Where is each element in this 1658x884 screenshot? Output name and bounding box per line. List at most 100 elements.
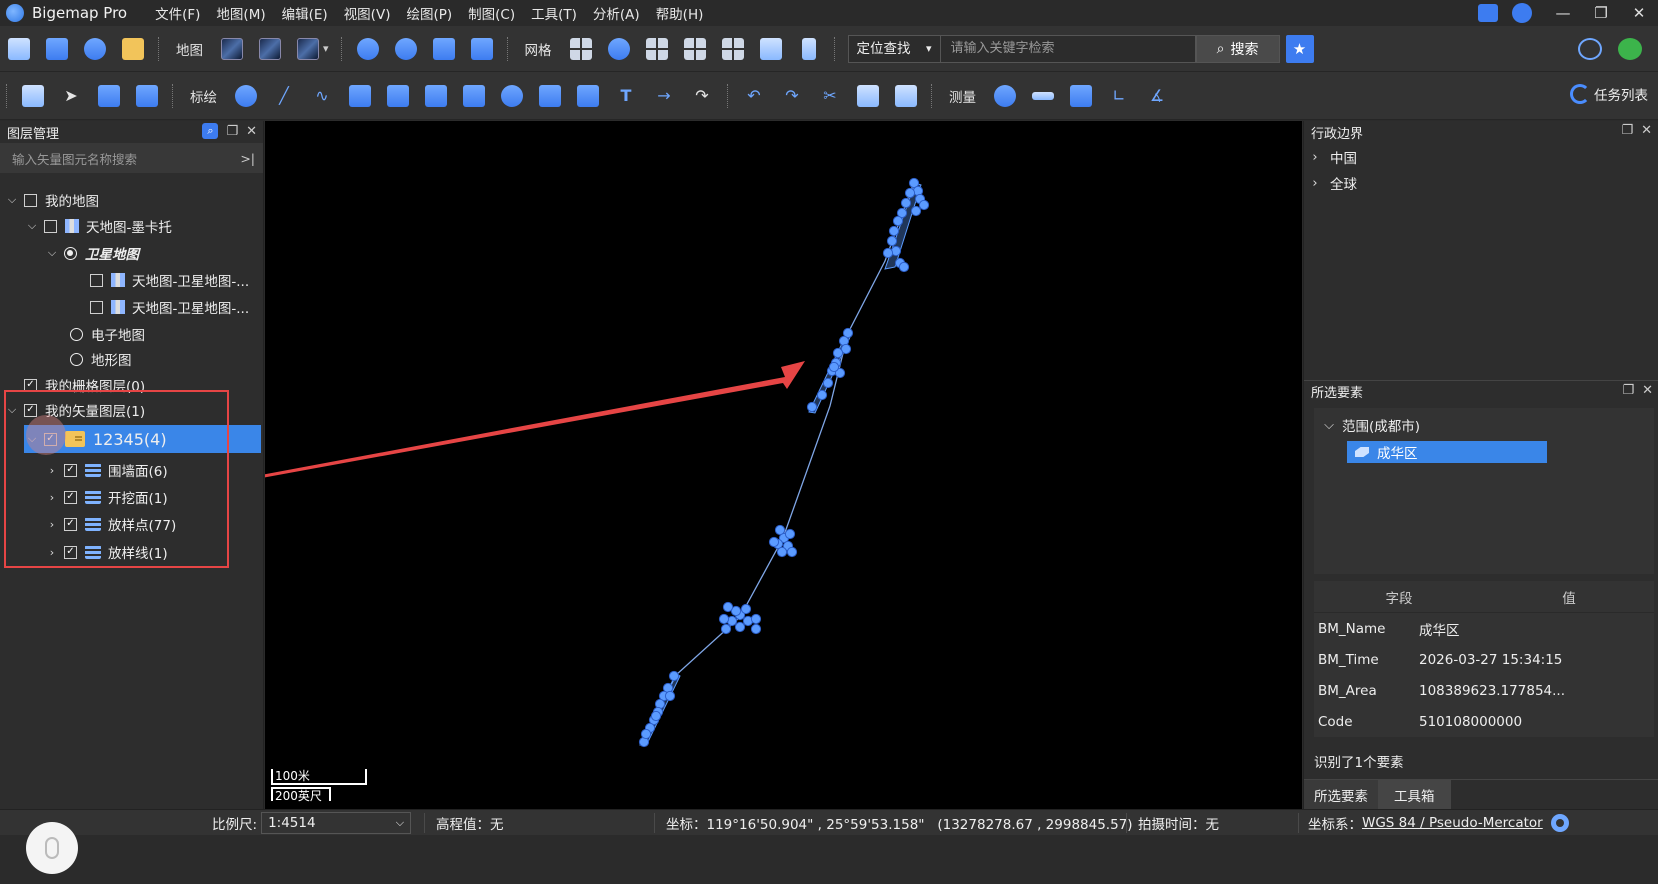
grid-icon[interactable]: [566, 34, 596, 64]
tree-item-my-raster[interactable]: ✓ 我的栅格图层(0): [20, 372, 145, 398]
measure-area-icon[interactable]: [1066, 81, 1096, 111]
stakeout-point[interactable]: [904, 187, 916, 199]
menu-tools[interactable]: 工具(T): [523, 3, 585, 23]
radio[interactable]: [70, 352, 83, 366]
stakeout-point[interactable]: [718, 613, 730, 625]
tree-item-sat-sub1[interactable]: 天地图-卫星地图-...: [86, 267, 249, 293]
tree-item-stakeout-lines[interactable]: › ✓ 放样线(1): [44, 539, 168, 565]
stakeout-point[interactable]: [774, 524, 786, 536]
draw-rectangle-dropdown-icon[interactable]: [345, 81, 375, 111]
checkbox-checked[interactable]: ✓: [64, 490, 77, 504]
checkbox-checked[interactable]: ✓: [24, 403, 37, 417]
message-icon[interactable]: [1478, 4, 1498, 22]
pan-hand-icon[interactable]: [18, 81, 48, 111]
selected-feature-item[interactable]: 成华区: [1347, 441, 1547, 463]
map-source-thumb-2-icon[interactable]: [255, 34, 285, 64]
mgrs-grid-icon[interactable]: [718, 34, 748, 64]
chevron-down-icon[interactable]: ⌵: [4, 193, 20, 207]
draw-line-icon[interactable]: ╱: [269, 81, 299, 111]
menu-view[interactable]: 视图(V): [336, 3, 399, 23]
tree-item-wall-surface[interactable]: › ✓ 围墙面(6): [44, 457, 168, 483]
stakeout-point[interactable]: [900, 197, 912, 209]
layer-filter-input[interactable]: 输入矢量图元名称搜索 >|: [0, 143, 263, 173]
map-source-dropdown-icon[interactable]: ▾: [323, 42, 329, 55]
draw-polygon-icon[interactable]: [383, 81, 413, 111]
measure-distance-icon[interactable]: [1028, 81, 1058, 111]
gear-icon[interactable]: [1550, 814, 1569, 832]
polygon-select-icon[interactable]: [132, 81, 162, 111]
stakeout-point[interactable]: [888, 225, 900, 237]
restore-button[interactable]: ❐: [1582, 4, 1620, 22]
stakeout-point[interactable]: [822, 377, 834, 389]
admin-item-global[interactable]: › 全球: [1304, 171, 1357, 195]
draw-pentagon-icon[interactable]: [459, 81, 489, 111]
chevron-down-icon[interactable]: ⌵: [1318, 418, 1340, 433]
stakeout-point[interactable]: [882, 247, 894, 259]
checkbox-checked[interactable]: ✓: [64, 545, 77, 559]
collapse-panel-icon[interactable]: >|: [240, 151, 255, 166]
voice-input-mic-icon[interactable]: [26, 822, 78, 874]
nm-grid-icon[interactable]: [680, 34, 710, 64]
stakeout-point[interactable]: [640, 728, 652, 740]
chevron-right-icon[interactable]: ›: [44, 491, 60, 504]
stakeout-point[interactable]: [832, 347, 844, 359]
checkbox[interactable]: [90, 300, 103, 314]
settings-gear-icon[interactable]: [80, 34, 110, 64]
tree-item-my-vector[interactable]: ⌵ ✓ 我的矢量图层(1): [4, 397, 145, 423]
redo-icon[interactable]: ↷: [777, 81, 807, 111]
menu-cartography[interactable]: 制图(C): [460, 3, 523, 23]
minimize-button[interactable]: —: [1544, 4, 1582, 22]
measure-azimuth-icon[interactable]: ∡: [1142, 81, 1172, 111]
stakeout-point[interactable]: [750, 623, 762, 635]
stakeout-point[interactable]: [734, 621, 746, 633]
layer-list-icon[interactable]: [891, 81, 921, 111]
draw-sector-icon[interactable]: [535, 81, 565, 111]
map-canvas[interactable]: 100米 200英尺: [265, 121, 1302, 809]
draw-circle-icon[interactable]: [497, 81, 527, 111]
attribute-list-icon[interactable]: [853, 81, 883, 111]
stakeout-point[interactable]: [816, 389, 828, 401]
arrow-tool-icon[interactable]: →: [649, 81, 679, 111]
tree-item-terrain-map[interactable]: 地形图: [66, 346, 132, 372]
menu-analysis[interactable]: 分析(A): [585, 3, 648, 23]
stakeout-point[interactable]: [750, 613, 762, 625]
float-window-icon[interactable]: ❐: [1622, 383, 1634, 398]
checkbox-checked[interactable]: ✓: [64, 517, 77, 531]
float-window-icon[interactable]: ❐: [1621, 123, 1633, 138]
open-folder-icon[interactable]: [4, 34, 34, 64]
close-icon[interactable]: ✕: [1641, 123, 1652, 138]
chevron-right-icon[interactable]: ›: [44, 518, 60, 531]
map-source-thumb-3-icon[interactable]: [293, 34, 323, 64]
stakeout-point[interactable]: [650, 710, 662, 722]
chevron-right-icon[interactable]: ›: [1304, 150, 1326, 165]
draw-curve-icon[interactable]: ∿: [307, 81, 337, 111]
stakeout-point[interactable]: [892, 215, 904, 227]
chevron-right-icon[interactable]: ›: [44, 546, 60, 559]
tree-item-satellite-map[interactable]: ⌵ 卫星地图: [44, 240, 139, 266]
stakeout-point[interactable]: [720, 623, 732, 635]
search-button[interactable]: ⌕ 搜索: [1195, 34, 1280, 63]
text-tool-icon[interactable]: T: [611, 81, 641, 111]
stakeout-point[interactable]: [918, 199, 930, 211]
selected-range-item[interactable]: ⌵ 范围(成都市): [1318, 413, 1420, 437]
checkbox[interactable]: [24, 193, 37, 207]
chevron-down-icon[interactable]: ⌵: [24, 219, 40, 233]
stakeout-point[interactable]: [740, 603, 752, 615]
scissors-icon[interactable]: ✂: [815, 81, 845, 111]
brush-icon[interactable]: [794, 34, 824, 64]
stakeout-point[interactable]: [722, 601, 734, 613]
select-arrow-icon[interactable]: ➤: [56, 81, 86, 111]
search-mode-select[interactable]: 定位查找 ▾: [849, 35, 941, 62]
curved-arrow-icon[interactable]: ↷: [687, 81, 717, 111]
menu-draw[interactable]: 绘图(P): [398, 3, 460, 23]
stakeout-point[interactable]: [668, 670, 680, 682]
zoom-in-icon[interactable]: [353, 34, 383, 64]
zoom-extent-icon[interactable]: [429, 34, 459, 64]
chevron-right-icon[interactable]: ›: [1304, 176, 1326, 191]
float-window-icon[interactable]: ❐: [226, 124, 238, 139]
favorite-star-icon[interactable]: ★: [1285, 34, 1314, 63]
chevron-down-icon[interactable]: ⌵: [44, 246, 60, 260]
tree-item-electronic-map[interactable]: 电子地图: [66, 321, 145, 347]
radio-selected[interactable]: [64, 246, 77, 260]
tab-toolbox[interactable]: 工具箱: [1378, 780, 1451, 809]
